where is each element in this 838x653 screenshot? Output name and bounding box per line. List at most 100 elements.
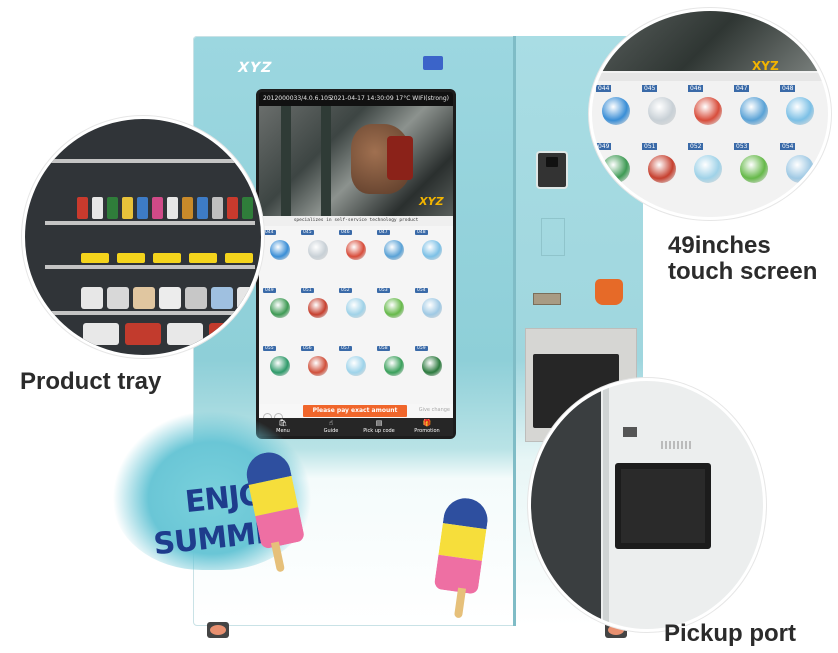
closeup-product-cell: 044	[596, 85, 636, 137]
product-cell[interactable]: 046	[339, 230, 373, 284]
closeup-product-image	[786, 97, 814, 125]
tray-snack-bag	[81, 287, 103, 309]
gift-icon: 🎁	[422, 419, 432, 427]
product-cell[interactable]: 057	[339, 346, 373, 400]
slot-number: 057	[339, 346, 352, 351]
product-tray-label: Product tray	[20, 368, 162, 395]
product-image	[308, 298, 328, 318]
promo-video[interactable]: XYZ	[259, 106, 453, 216]
pickup-lock	[623, 427, 637, 437]
tray-bottle	[122, 197, 133, 219]
touch-screen-closeup: XYZ 044 045 046 047 048 049 051 052 053 054	[589, 8, 831, 220]
slot-number: 056	[301, 346, 314, 351]
tray-snack-bag	[159, 287, 181, 309]
slot-number: 048	[415, 230, 428, 235]
brand-logo: XYZ	[236, 60, 274, 76]
product-cell[interactable]: 048	[415, 230, 449, 284]
product-image	[346, 298, 366, 318]
pay-exact-button[interactable]: Please pay exact amount	[303, 405, 407, 417]
closeup-product-cell: 049	[596, 143, 636, 195]
closeup-product-image	[602, 155, 630, 183]
product-cell[interactable]: 051	[301, 288, 335, 342]
slot-number: 054	[415, 288, 428, 293]
product-tray-closeup	[22, 116, 264, 358]
closeup-product-image	[648, 97, 676, 125]
product-cell[interactable]: 058	[377, 346, 411, 400]
code-icon: ▤	[375, 419, 383, 427]
slot-number: 059	[415, 346, 428, 351]
product-cell[interactable]: 045	[301, 230, 335, 284]
closeup-logo: XYZ	[752, 59, 779, 73]
tray-shelf	[45, 265, 255, 269]
slot-number: 044	[263, 230, 276, 235]
tray-bottle	[182, 197, 193, 219]
tray-shelf	[45, 221, 255, 225]
tray-snack-bag	[211, 287, 233, 309]
closeup-product-cell: 053	[734, 143, 774, 195]
tray-cup-noodle	[117, 253, 145, 263]
product-image	[384, 356, 404, 376]
video-logo: XYZ	[417, 195, 445, 208]
tray-snack-bag	[125, 323, 161, 345]
closeup-slot-number: 054	[780, 143, 796, 150]
nav-label: Guide	[323, 428, 339, 434]
closeup-product-cell: 046	[688, 85, 728, 137]
touch-screen[interactable]: 2012000033/4.0.6.105 2021-04-17 14:30:09…	[259, 92, 453, 436]
closeup-slot-number: 045	[642, 85, 658, 92]
give-change-button[interactable]: Give change	[419, 407, 450, 413]
slot-number: 047	[377, 230, 390, 235]
closeup-slot-number: 047	[734, 85, 750, 92]
tray-shelf	[45, 159, 255, 163]
payment-method-icons	[263, 407, 293, 422]
closeup-video	[592, 11, 828, 71]
closeup-slot-number: 049	[596, 143, 612, 150]
tray-cup-noodle	[81, 253, 109, 263]
closeup-product-cell: 051	[642, 143, 682, 195]
tray-bottle	[212, 197, 223, 219]
nav-promotion-button[interactable]: 🎁 Promotion	[403, 418, 451, 436]
closeup-product-grid: 044 045 046 047 048 049 051 052 053 054	[596, 85, 826, 215]
card-reader-display	[546, 157, 558, 167]
closeup-slot-number: 052	[688, 143, 704, 150]
nav-guide-button[interactable]: ☝ Guide	[307, 418, 355, 436]
scrolling-banner: specializes in self-service technology p…	[259, 216, 453, 226]
pickup-port-closeup	[528, 378, 766, 632]
product-cell[interactable]: 049	[263, 288, 297, 342]
pickup-interior	[531, 381, 601, 629]
product-cell[interactable]: 047	[377, 230, 411, 284]
closeup-product-image	[694, 155, 722, 183]
video-tool	[387, 136, 413, 180]
pickup-port-label: Pickup port	[664, 620, 797, 647]
slot-number: 053	[377, 288, 390, 293]
pickup-door-edge	[603, 381, 609, 629]
device-id: 2012000033/4.0.6.105	[263, 95, 332, 102]
door-divider	[513, 36, 516, 626]
closeup-slot-number: 051	[642, 143, 658, 150]
slot-number: 049	[263, 288, 276, 293]
nav-pickup-code-button[interactable]: ▤ Pick up code	[355, 418, 403, 436]
product-cell[interactable]: 059	[415, 346, 449, 400]
video-pole	[321, 106, 331, 216]
product-cell[interactable]: 054	[415, 288, 449, 342]
closeup-product-image	[740, 97, 768, 125]
pickup-window[interactable]	[615, 463, 711, 549]
pickup-vent	[661, 441, 691, 449]
product-cell[interactable]: 052	[339, 288, 373, 342]
product-image	[270, 356, 290, 376]
payment-bar: Please pay exact amount Give change	[259, 404, 453, 422]
coin-return-cup[interactable]	[595, 279, 623, 305]
tray-cup-noodle	[153, 253, 181, 263]
product-cell[interactable]: 053	[377, 288, 411, 342]
tray-cup-noodle	[189, 253, 217, 263]
card-reader[interactable]	[538, 153, 566, 187]
closeup-product-image	[694, 97, 722, 125]
product-cell[interactable]: 044	[263, 230, 297, 284]
slot-number: 055	[263, 346, 276, 351]
product-cell[interactable]: 056	[301, 346, 335, 400]
tray-bottle	[137, 197, 148, 219]
coin-slot[interactable]	[533, 293, 561, 305]
product-cell[interactable]: 055	[263, 346, 297, 400]
tray-snack-bag	[167, 323, 203, 345]
tray-snack-bag	[185, 287, 207, 309]
tray-snack-bag	[133, 287, 155, 309]
